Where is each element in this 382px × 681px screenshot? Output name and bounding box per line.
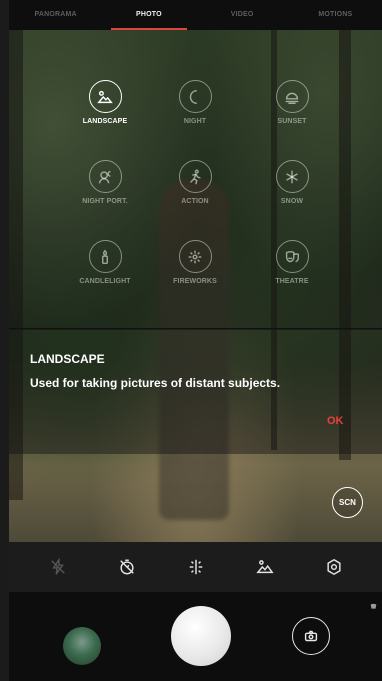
switch-camera-icon	[304, 630, 318, 642]
ok-button[interactable]: OK	[327, 415, 344, 427]
camera-screen: PANORAMA PHOTO VIDEO MOTIONS LANDSCAPE N…	[9, 0, 382, 681]
gallery-thumbnail[interactable]	[63, 627, 101, 665]
scene-label: NIGHT	[183, 118, 207, 125]
camera-toolbar	[9, 542, 382, 592]
scn-button[interactable]: SCN	[332, 487, 363, 518]
scene-landscape-icon[interactable]	[250, 552, 280, 582]
snowflake-icon	[275, 160, 309, 193]
scene-theatre[interactable]: THEATRE	[247, 240, 337, 285]
mode-tab-panorama[interactable]: PANORAMA	[9, 0, 102, 30]
fireworks-icon	[178, 240, 212, 273]
scene-label: THEATRE	[275, 278, 309, 285]
mode-tab-video[interactable]: VIDEO	[196, 0, 289, 30]
scene-night[interactable]: NIGHT	[150, 80, 240, 125]
mode-tab-photo[interactable]: PHOTO	[102, 0, 195, 30]
scene-fireworks[interactable]: FIREWORKS	[150, 240, 240, 285]
scene-label: SNOW	[280, 198, 304, 205]
mode-tab-motions[interactable]: MOTIONS	[289, 0, 382, 30]
scene-snow[interactable]: SNOW	[247, 160, 337, 205]
shutter-button[interactable]	[171, 606, 231, 666]
scene-sunset[interactable]: SUNSET	[247, 80, 337, 125]
action-runner-icon	[178, 160, 212, 193]
flash-off-icon[interactable]	[43, 552, 73, 582]
scene-info-title: LANDSCAPE	[30, 352, 105, 366]
switch-camera-button[interactable]	[292, 617, 330, 655]
scene-action[interactable]: ACTION	[150, 160, 240, 205]
scene-label: CANDLELIGHT	[79, 278, 131, 285]
timer-off-icon[interactable]	[112, 552, 142, 582]
lens-indicator-icon	[370, 597, 377, 609]
scene-night-portrait[interactable]: NIGHT PORT.	[60, 160, 150, 205]
night-moon-icon	[178, 80, 212, 113]
theatre-masks-icon	[275, 240, 309, 273]
scene-label: ACTION	[181, 198, 209, 205]
scene-label: FIREWORKS	[173, 278, 217, 285]
scene-candlelight[interactable]: CANDLELIGHT	[60, 240, 150, 285]
landscape-icon	[88, 80, 122, 113]
scene-label: NIGHT PORT.	[82, 198, 128, 205]
scene-info-description: Used for taking pictures of distant subj…	[30, 376, 281, 390]
sunset-icon	[275, 80, 309, 113]
hdr-icon[interactable]	[181, 552, 211, 582]
settings-gear-icon[interactable]	[319, 552, 349, 582]
scene-label: SUNSET	[277, 118, 307, 125]
scene-label: LANDSCAPE	[82, 118, 128, 125]
night-portrait-icon	[88, 160, 122, 193]
mode-bar: PANORAMA PHOTO VIDEO MOTIONS	[9, 0, 382, 30]
candle-icon	[88, 240, 122, 273]
scene-landscape[interactable]: LANDSCAPE	[60, 80, 150, 125]
